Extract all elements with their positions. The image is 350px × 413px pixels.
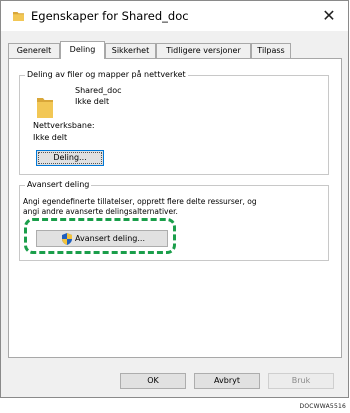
tab-label: Tidligere versjoner [166, 46, 241, 55]
advanced-group-legend: Avansert deling [25, 180, 92, 190]
tab-label: Deling [69, 45, 96, 54]
window-title: Egenskaper for Shared_doc [31, 9, 189, 23]
tab-label: Generelt [16, 46, 52, 55]
ok-button[interactable]: OK [120, 373, 186, 389]
tab-generelt[interactable]: Generelt [8, 43, 60, 58]
cancel-button[interactable]: Avbryt [194, 373, 260, 389]
highlight-callout [24, 218, 176, 254]
close-icon: ✕ [322, 6, 336, 25]
share-button[interactable]: Deling... [36, 150, 104, 166]
cancel-button-label: Avbryt [214, 376, 240, 385]
network-path-value: Ikke delt [33, 133, 68, 142]
tab-panel-deling: Deling av filer og mapper på nettverket … [8, 58, 342, 358]
title-bar: Egenskaper for Shared_doc ✕ [1, 1, 348, 31]
properties-dialog: Egenskaper for Shared_doc ✕ Generelt Del… [0, 0, 349, 398]
tab-label: Tilpass [257, 46, 285, 55]
sharing-group-legend: Deling av filer og mapper på nettverket [25, 70, 188, 80]
apply-button-label: Bruk [291, 376, 311, 385]
document-code: DOCWWA5516 [299, 403, 346, 410]
folder-share-status: Ikke delt [75, 97, 110, 106]
folder-name: Shared_doc [75, 86, 122, 95]
ok-button-label: OK [147, 376, 159, 385]
tab-deling[interactable]: Deling [60, 41, 105, 59]
advanced-description-line1: Angi egendefinerte tillatelser, opprett … [23, 197, 257, 206]
folder-icon [37, 98, 53, 118]
advanced-description-line2: angi andre avanserte delingsalternativer… [23, 207, 178, 216]
tab-tidligere-versjoner[interactable]: Tidligere versjoner [156, 43, 251, 58]
tab-tilpass[interactable]: Tilpass [251, 43, 291, 58]
tab-label: Sikkerhet [111, 46, 150, 55]
apply-button[interactable]: Bruk [268, 373, 334, 389]
focus-rectangle [38, 152, 102, 164]
close-button[interactable]: ✕ [316, 5, 342, 27]
tab-sikkerhet[interactable]: Sikkerhet [105, 43, 156, 58]
folder-icon [13, 12, 24, 21]
network-path-label: Nettverksbane: [33, 121, 95, 130]
